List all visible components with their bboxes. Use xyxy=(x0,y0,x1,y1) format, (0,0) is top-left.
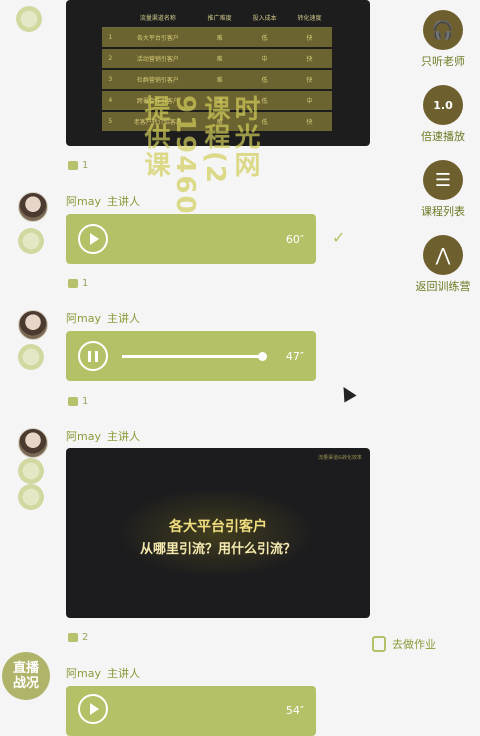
pause-icon xyxy=(95,351,98,362)
avatar[interactable] xyxy=(18,428,48,458)
table-cell: 中 xyxy=(287,90,332,112)
voice-progress-track[interactable] xyxy=(122,351,267,361)
table-cell: 5 xyxy=(102,111,119,133)
play-icon xyxy=(90,703,99,715)
table-cell: 低 xyxy=(242,69,288,91)
pause-button[interactable] xyxy=(78,341,108,371)
play-icon xyxy=(90,233,99,245)
homework-icon xyxy=(372,636,386,652)
sender-role: 主讲人 xyxy=(106,195,140,208)
thumb-up-icon xyxy=(68,633,78,642)
table-header-cell: 投入成本 xyxy=(242,8,288,28)
slide-corner-text: 流量渠道&转化效率 xyxy=(318,455,362,461)
like-count[interactable]: 1 xyxy=(68,278,88,289)
table-cell: 各大平台引客户 xyxy=(118,27,198,49)
sender-name: 阿may xyxy=(66,667,101,680)
avatar[interactable] xyxy=(18,310,48,340)
table-cell: 快 xyxy=(287,27,332,49)
table-cell: 活动营销引客户 xyxy=(118,48,198,70)
like-count[interactable]: 2 xyxy=(68,632,88,643)
table-header-cell: 推广难度 xyxy=(197,8,243,28)
watermark-text: 时光网 课程(2 919460 提供课 xyxy=(140,95,260,216)
read-check-icon: ✓ xyxy=(332,228,346,247)
sender-name: 阿may xyxy=(66,430,101,443)
table-cell: 快 xyxy=(287,69,332,91)
image-message-slide[interactable]: 流量渠道&转化效率 各大平台引客户 从哪里引流？用什么引流？ xyxy=(66,448,370,618)
sender-role: 主讲人 xyxy=(106,312,140,325)
table-cell: 难 xyxy=(197,69,243,91)
voice-progress-knob[interactable] xyxy=(258,351,267,361)
play-button[interactable] xyxy=(78,694,108,724)
table-row: 3 社群营销引客户难低快 xyxy=(102,69,332,91)
table-cell: 社群营销引客户 xyxy=(118,69,198,91)
avatar-decoration xyxy=(16,6,42,32)
table-header-cell: 转化速度 xyxy=(287,8,332,28)
table-cell: 低 xyxy=(242,27,288,49)
table-cell: 2 xyxy=(102,48,119,70)
play-button[interactable] xyxy=(78,224,108,254)
slide-title: 各大平台引客户 xyxy=(169,519,267,535)
live-status-button[interactable]: 直播 战况 xyxy=(2,652,50,700)
avatar-decoration xyxy=(18,458,44,484)
speed-icon: 1.0 xyxy=(423,85,463,125)
like-count[interactable]: 1 xyxy=(68,160,88,171)
mouse-cursor-icon xyxy=(337,383,357,403)
list-icon: ☰ xyxy=(423,160,463,200)
table-cell: 1 xyxy=(102,27,119,49)
sender-line: 阿may 主讲人 xyxy=(66,310,140,326)
table-cell: 难 xyxy=(197,48,243,70)
table-row: 2 活动营销引客户难中快 xyxy=(102,48,332,70)
headphones-icon: 🎧 xyxy=(423,10,463,50)
table-cell: 3 xyxy=(102,69,119,91)
sender-line: 阿may 主讲人 xyxy=(66,665,140,681)
voice-message[interactable]: 54″ xyxy=(66,686,316,736)
only-teacher-button[interactable]: 🎧 只听老师 xyxy=(408,10,478,69)
table-cell: 4 xyxy=(102,90,119,112)
voice-duration: 47″ xyxy=(285,349,304,363)
voice-message[interactable]: 60″ xyxy=(66,214,316,264)
thumb-up-icon xyxy=(68,161,78,170)
return-camp-button[interactable]: ⋀ 返回训练营 xyxy=(408,235,478,294)
sender-line: 阿may 主讲人 xyxy=(66,193,140,209)
table-cell: 快 xyxy=(287,111,332,133)
sender-role: 主讲人 xyxy=(106,667,140,680)
sender-name: 阿may xyxy=(66,312,101,325)
right-side-menu: 🎧 只听老师 1.0 倍速播放 ☰ 课程列表 ⋀ 返回训练营 xyxy=(408,10,478,294)
return-icon: ⋀ xyxy=(423,235,463,275)
pause-icon xyxy=(88,351,91,362)
table-row: 1 各大平台引客户难低快 xyxy=(102,27,332,49)
thumb-up-icon xyxy=(68,279,78,288)
speed-button[interactable]: 1.0 倍速播放 xyxy=(408,85,478,144)
avatar-decoration xyxy=(18,484,44,510)
table-cell: 快 xyxy=(287,48,332,70)
avatar-decoration xyxy=(18,344,44,370)
table-header-cell: 流量渠道名称 xyxy=(118,8,198,28)
table-header-cell xyxy=(102,8,119,28)
thumb-up-icon xyxy=(68,397,78,406)
avatar[interactable] xyxy=(18,192,48,222)
course-list-button[interactable]: ☰ 课程列表 xyxy=(408,160,478,219)
slide-subtitle: 从哪里引流？用什么引流？ xyxy=(139,542,296,557)
voice-duration: 54″ xyxy=(285,704,304,717)
voice-message-playing[interactable]: 47″ xyxy=(66,331,316,381)
sender-name: 阿may xyxy=(66,195,101,208)
table-cell: 中 xyxy=(242,48,288,70)
homework-button[interactable]: 去做作业 xyxy=(372,636,436,652)
voice-progress-fill xyxy=(122,354,262,358)
table-cell: 难 xyxy=(197,27,243,49)
sender-line: 阿may 主讲人 xyxy=(66,428,140,444)
sender-role: 主讲人 xyxy=(106,430,140,443)
avatar-decoration xyxy=(18,228,44,254)
like-count[interactable]: 1 xyxy=(68,396,88,407)
voice-duration: 60″ xyxy=(285,232,304,246)
